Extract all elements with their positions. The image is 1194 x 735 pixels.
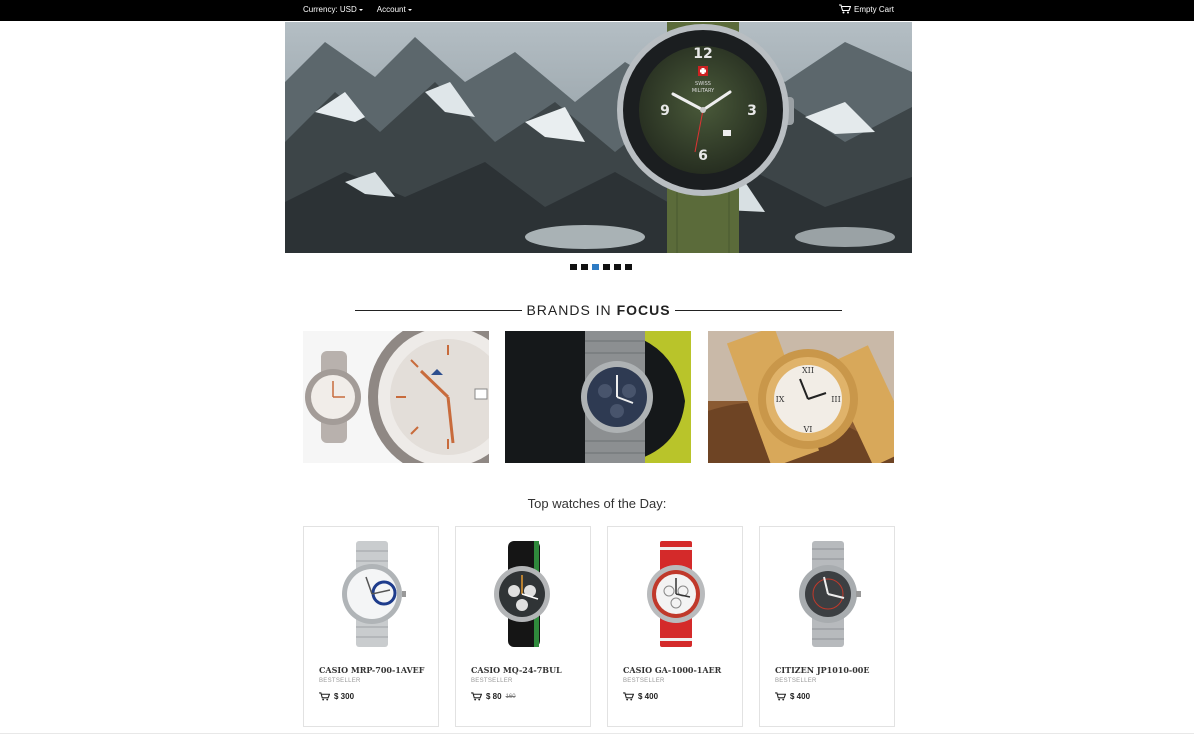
slider-dot-2[interactable] bbox=[581, 264, 588, 270]
product-name[interactable]: CASIO GA-1000-1AER bbox=[623, 665, 721, 675]
hero-brand-line2: MILITARY bbox=[692, 88, 715, 94]
bestseller-badge: BESTSELLER bbox=[319, 678, 361, 684]
hero-banner[interactable]: 12 6 3 9 SWISS MILITARY bbox=[285, 22, 912, 253]
top-watches-title: Top watches of the Day: bbox=[527, 496, 667, 511]
bestseller-badge: BESTSELLER bbox=[623, 678, 665, 684]
price-value: $ 400 bbox=[790, 692, 811, 701]
product-card-2[interactable]: CASIO MQ-24-7BUL BESTSELLER $ 80 160 bbox=[455, 526, 591, 727]
brand-image-2 bbox=[505, 331, 691, 463]
price-value: $ 300 bbox=[334, 692, 355, 701]
svg-text:12: 12 bbox=[693, 46, 712, 62]
brands-heading-text: BRANDS IN FOCUS bbox=[522, 302, 674, 318]
account-label: Account bbox=[376, 5, 406, 14]
caret-down-icon bbox=[407, 9, 412, 11]
product-image-1 bbox=[342, 541, 406, 647]
product-name[interactable]: CASIO MRP-700-1AVEF bbox=[319, 665, 424, 675]
footer-divider bbox=[0, 733, 1194, 734]
hero-brand-line1: SWISS bbox=[695, 81, 711, 87]
svg-text:VI: VI bbox=[803, 425, 813, 434]
caret-down-icon bbox=[358, 9, 363, 11]
product-card-4[interactable]: CITIZEN JP1010-00E BESTSELLER $ 400 bbox=[759, 526, 895, 727]
price-value: $ 400 bbox=[638, 692, 659, 701]
top-bar-left: Currency: USD Account bbox=[303, 5, 412, 14]
slider-dot-5[interactable] bbox=[614, 264, 621, 270]
currency-label: Currency: USD bbox=[303, 5, 357, 14]
brand-image-1 bbox=[303, 331, 489, 463]
brands-heading-light: BRANDS IN bbox=[526, 302, 612, 318]
slider-dot-1[interactable] bbox=[570, 264, 577, 270]
price-value: $ 80 bbox=[486, 692, 502, 701]
svg-text:XII: XII bbox=[802, 366, 814, 375]
cart-link[interactable]: Empty Cart bbox=[838, 4, 894, 14]
bestseller-badge: BESTSELLER bbox=[471, 678, 513, 684]
product-image-4 bbox=[799, 541, 861, 647]
brands-heading: BRANDS IN FOCUS bbox=[355, 301, 842, 319]
currency-dropdown[interactable]: Currency: USD bbox=[303, 5, 363, 14]
cart-icon[interactable] bbox=[623, 692, 634, 701]
cart-label: Empty Cart bbox=[853, 4, 894, 14]
svg-text:6: 6 bbox=[698, 148, 708, 164]
account-dropdown[interactable]: Account bbox=[377, 5, 412, 14]
product-card-1[interactable]: CASIO MRP-700-1AVEF BESTSELLER $ 300 bbox=[303, 526, 439, 727]
svg-text:IX: IX bbox=[776, 395, 785, 404]
brand-tile-3[interactable]: XII VI III IX bbox=[708, 331, 894, 463]
product-price: $ 400 bbox=[623, 692, 658, 701]
top-bar: Currency: USD Account Empty Cart bbox=[0, 0, 1194, 21]
product-name[interactable]: CITIZEN JP1010-00E bbox=[775, 665, 869, 675]
product-image-2 bbox=[494, 541, 550, 647]
cart-icon[interactable] bbox=[775, 692, 786, 701]
bestseller-badge: BESTSELLER bbox=[775, 678, 817, 684]
slider-dot-6[interactable] bbox=[625, 264, 632, 270]
heading-line-right bbox=[674, 309, 842, 311]
product-price: $ 80 160 bbox=[471, 692, 516, 701]
slider-dots bbox=[570, 264, 632, 270]
product-card-3[interactable]: CASIO GA-1000-1AER BESTSELLER $ 400 bbox=[607, 526, 743, 727]
old-price: 160 bbox=[505, 693, 516, 700]
svg-text:3: 3 bbox=[747, 103, 757, 119]
slider-dot-3[interactable] bbox=[592, 264, 599, 270]
brands-heading-bold: FOCUS bbox=[616, 302, 671, 318]
product-image-3 bbox=[647, 541, 705, 647]
cart-icon[interactable] bbox=[471, 692, 482, 701]
brand-tile-1[interactable] bbox=[303, 331, 489, 463]
slider-dot-4[interactable] bbox=[603, 264, 610, 270]
svg-text:III: III bbox=[831, 395, 840, 404]
cart-icon bbox=[838, 4, 851, 14]
brand-tile-2[interactable] bbox=[505, 331, 691, 463]
brand-image-3: XII VI III IX bbox=[708, 331, 894, 463]
hero-image: 12 6 3 9 SWISS MILITARY bbox=[285, 22, 912, 253]
heading-line-left bbox=[355, 309, 523, 311]
svg-text:9: 9 bbox=[660, 103, 670, 119]
product-price: $ 400 bbox=[775, 692, 810, 701]
product-price: $ 300 bbox=[319, 692, 354, 701]
cart-icon[interactable] bbox=[319, 692, 330, 701]
product-name[interactable]: CASIO MQ-24-7BUL bbox=[471, 665, 562, 675]
